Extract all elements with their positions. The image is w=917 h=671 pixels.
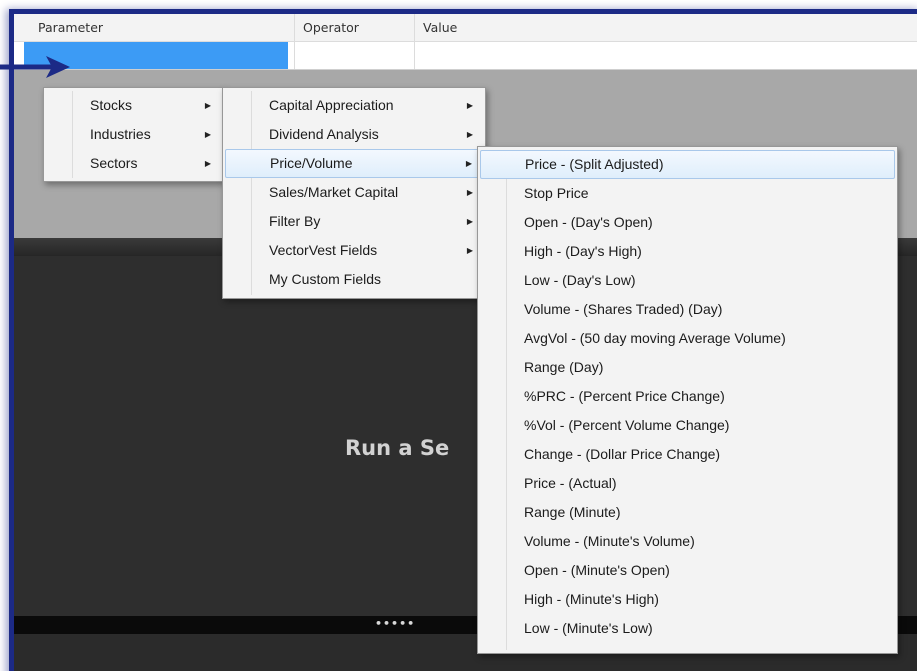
menu-item-high-day[interactable]: High - (Day's High): [480, 237, 895, 266]
context-menu-root: Stocks ▶ Industries ▶ Sectors ▶: [43, 87, 224, 182]
menu-item-filter-by[interactable]: Filter By ▶: [225, 207, 483, 236]
menu-item-capital-appreciation[interactable]: Capital Appreciation ▶: [225, 91, 483, 120]
menu-item-open-minute[interactable]: Open - (Minute's Open): [480, 556, 895, 585]
column-header-value[interactable]: Value: [414, 14, 917, 42]
menu-item-label: Open - (Minute's Open): [524, 562, 670, 578]
menu-item-label: High - (Day's High): [524, 243, 642, 259]
submenu-arrow-icon: ▶: [204, 101, 211, 110]
submenu-arrow-icon: ▶: [466, 188, 473, 197]
menu-item-low-day[interactable]: Low - (Day's Low): [480, 266, 895, 295]
submenu-arrow-icon: ▶: [204, 159, 211, 168]
menu-item-high-minute[interactable]: High - (Minute's High): [480, 585, 895, 614]
menu-item-open-day[interactable]: Open - (Day's Open): [480, 208, 895, 237]
menu-item-label: Stop Price: [524, 185, 589, 201]
menu-item-label: Open - (Day's Open): [524, 214, 653, 230]
menu-item-price-split-adjusted[interactable]: Price - (Split Adjusted): [480, 150, 895, 179]
menu-item-label: Capital Appreciation: [269, 97, 394, 113]
menu-item-label: Range (Minute): [524, 504, 621, 520]
criteria-row: [14, 42, 917, 70]
menu-item-label: Sectors: [90, 155, 138, 171]
menu-item-low-minute[interactable]: Low - (Minute's Low): [480, 614, 895, 643]
menu-item-label: %Vol - (Percent Volume Change): [524, 417, 730, 433]
menu-item-range-minute[interactable]: Range (Minute): [480, 498, 895, 527]
menu-item-label: VectorVest Fields: [269, 242, 378, 258]
submenu-arrow-icon: ▶: [466, 101, 473, 110]
menu-item-label: %PRC - (Percent Price Change): [524, 388, 725, 404]
menu-item-stocks[interactable]: Stocks ▶: [46, 91, 221, 120]
menu-item-label: My Custom Fields: [269, 271, 382, 287]
value-cell[interactable]: [414, 42, 917, 69]
column-header-operator[interactable]: Operator: [294, 14, 414, 42]
menu-item-stop-price[interactable]: Stop Price: [480, 179, 895, 208]
criteria-editor-window: Parameter Operator Value Run a Se ••••• …: [9, 9, 917, 671]
menu-item-avgvol[interactable]: AvgVol - (50 day moving Average Volume): [480, 324, 895, 353]
menu-item-vectorvest-fields[interactable]: VectorVest Fields ▶: [225, 236, 483, 265]
menu-item-my-custom-fields[interactable]: My Custom Fields: [225, 265, 483, 294]
column-header-parameter[interactable]: Parameter: [30, 14, 294, 42]
submenu-arrow-icon: ▶: [466, 217, 473, 226]
menu-item-label: AvgVol - (50 day moving Average Volume): [524, 330, 786, 346]
menu-item-volume-day[interactable]: Volume - (Shares Traded) (Day): [480, 295, 895, 324]
menu-item-label: Stocks: [90, 97, 133, 113]
menu-item-dollar-price-change[interactable]: Change - (Dollar Price Change): [480, 440, 895, 469]
menu-item-label: Range (Day): [524, 359, 604, 375]
menu-item-dividend-analysis[interactable]: Dividend Analysis ▶: [225, 120, 483, 149]
splitter-grip-icon[interactable]: •••••: [375, 616, 415, 632]
menu-item-label: Industries: [90, 126, 151, 142]
menu-item-label: High - (Minute's High): [524, 591, 659, 607]
menu-item-price-volume[interactable]: Price/Volume ▶: [225, 149, 483, 178]
submenu-price-volume: Price - (Split Adjusted) Stop Price Open…: [477, 146, 898, 654]
menu-item-label: Low - (Minute's Low): [524, 620, 653, 636]
pointer-arrow-icon: [0, 56, 70, 78]
menu-item-label: Dividend Analysis: [269, 126, 379, 142]
menu-item-range-day[interactable]: Range (Day): [480, 353, 895, 382]
menu-item-label: Filter By: [269, 213, 321, 229]
run-screen-message: Run a Se: [345, 436, 450, 460]
menu-item-percent-price-change[interactable]: %PRC - (Percent Price Change): [480, 382, 895, 411]
menu-item-price-actual[interactable]: Price - (Actual): [480, 469, 895, 498]
menu-item-label: Price - (Actual): [524, 475, 617, 491]
menu-item-label: Low - (Day's Low): [524, 272, 636, 288]
menu-item-label: Price - (Split Adjusted): [525, 156, 664, 172]
menu-item-sectors[interactable]: Sectors ▶: [46, 149, 221, 178]
menu-item-label: Volume - (Minute's Volume): [524, 533, 695, 549]
submenu-arrow-icon: ▶: [466, 246, 473, 255]
menu-item-label: Sales/Market Capital: [269, 184, 399, 200]
submenu-stocks: Capital Appreciation ▶ Dividend Analysis…: [222, 87, 486, 299]
submenu-arrow-icon: ▶: [466, 130, 473, 139]
menu-item-industries[interactable]: Industries ▶: [46, 120, 221, 149]
grid-header: Parameter Operator Value: [14, 14, 917, 42]
menu-item-label: Change - (Dollar Price Change): [524, 446, 721, 462]
operator-cell[interactable]: [294, 42, 414, 69]
menu-item-label: Volume - (Shares Traded) (Day): [524, 301, 723, 317]
submenu-arrow-icon: ▶: [204, 130, 211, 139]
menu-item-label: Price/Volume: [270, 155, 353, 171]
submenu-arrow-icon: ▶: [465, 159, 472, 168]
menu-item-percent-volume-change[interactable]: %Vol - (Percent Volume Change): [480, 411, 895, 440]
menu-item-volume-minute[interactable]: Volume - (Minute's Volume): [480, 527, 895, 556]
menu-item-sales-market-capital[interactable]: Sales/Market Capital ▶: [225, 178, 483, 207]
